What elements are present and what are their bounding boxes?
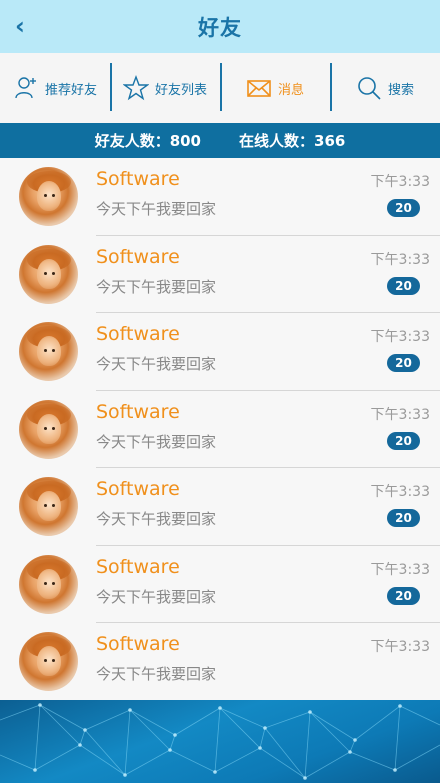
avatar[interactable] [19, 399, 78, 459]
message-time: 下午3:33 [370, 329, 430, 345]
toolbar: 推荐好友 好友列表 消息 搜索 [0, 53, 440, 123]
friend-count: 好友人数：800 [94, 132, 201, 150]
friend-row[interactable]: Software 今天下午我要回家 下午3:33 20 [0, 545, 440, 623]
avatar[interactable] [19, 554, 78, 614]
message-time: 下午3:33 [370, 561, 430, 578]
messages-button[interactable]: 消息 [220, 53, 330, 123]
unread-badge: 20 [387, 431, 420, 450]
friend-row[interactable]: Software 今天下午我要回家 下午3:33 20 [0, 158, 440, 236]
search-label: 搜索 [387, 82, 414, 98]
friend-last-message: 今天下午我要回家 [96, 510, 217, 528]
friend-name: Software [96, 478, 180, 500]
friend-name: Software [96, 168, 180, 190]
friend-row[interactable]: Software 今天下午我要回家 下午3:33 20 [0, 235, 440, 313]
add-user-icon [15, 77, 36, 99]
friend-name: Software [96, 400, 180, 423]
friend-list-button[interactable]: 好友列表 [110, 53, 220, 123]
friend-row[interactable]: Software 今天下午我要回家 下午3:33 20 [0, 313, 440, 391]
friend-last-message: 今天下午我要回家 [96, 277, 217, 296]
stats-bar: 好友人数：800 在线人数：366 [0, 123, 440, 158]
message-time: 下午3:33 [370, 251, 430, 268]
avatar[interactable] [19, 167, 78, 226]
avatar[interactable] [19, 244, 78, 304]
search-button[interactable]: 搜索 [330, 53, 440, 123]
online-count: 在线人数：366 [239, 132, 346, 150]
avatar[interactable] [19, 632, 78, 691]
friend-name: Software [96, 245, 180, 268]
back-button[interactable]: ‹ [6, 10, 34, 42]
friend-row[interactable]: Software 今天下午我要回家 下午3:33 20 [0, 468, 440, 546]
top-bar: ‹ 好友 [0, 0, 440, 53]
page-title: 好友 [198, 15, 242, 40]
unread-badge: 20 [387, 276, 420, 295]
avatar[interactable] [19, 477, 78, 536]
chevron-left-icon: ‹ [15, 12, 25, 40]
unread-badge: 20 [387, 354, 420, 372]
unread-badge: 20 [387, 199, 420, 217]
friend-name: Software [96, 323, 180, 345]
friend-name: Software [96, 633, 180, 655]
friend-last-message: 今天下午我要回家 [96, 355, 217, 373]
message-time: 下午3:33 [370, 639, 430, 655]
recommend-friends-label: 推荐好友 [44, 82, 97, 98]
friend-row[interactable]: Software 今天下午我要回家 下午3:33 [0, 623, 440, 701]
friend-last-message: 今天下午我要回家 [96, 665, 217, 683]
friend-list-label: 好友列表 [154, 82, 207, 98]
unread-badge: 20 [387, 509, 420, 527]
friend-last-message: 今天下午我要回家 [96, 432, 217, 451]
message-time: 下午3:33 [370, 484, 430, 500]
friend-list: Software 今天下午我要回家 下午3:33 20 Software 今天下… [0, 158, 440, 701]
friend-name: Software [96, 555, 180, 578]
friend-last-message: 今天下午我要回家 [96, 200, 217, 218]
recommend-friends-button[interactable]: 推荐好友 [0, 53, 110, 123]
star-icon [122, 75, 149, 101]
search-icon [358, 77, 381, 100]
network-pattern [0, 703, 440, 780]
avatar[interactable] [19, 322, 78, 381]
footer-banner [0, 700, 440, 783]
envelope-icon [247, 80, 271, 97]
message-time: 下午3:33 [370, 406, 430, 423]
messages-label: 消息 [277, 82, 304, 98]
friend-last-message: 今天下午我要回家 [96, 587, 217, 606]
unread-badge: 20 [387, 586, 420, 605]
friend-row[interactable]: Software 今天下午我要回家 下午3:33 20 [0, 390, 440, 468]
message-time: 下午3:33 [370, 174, 430, 190]
